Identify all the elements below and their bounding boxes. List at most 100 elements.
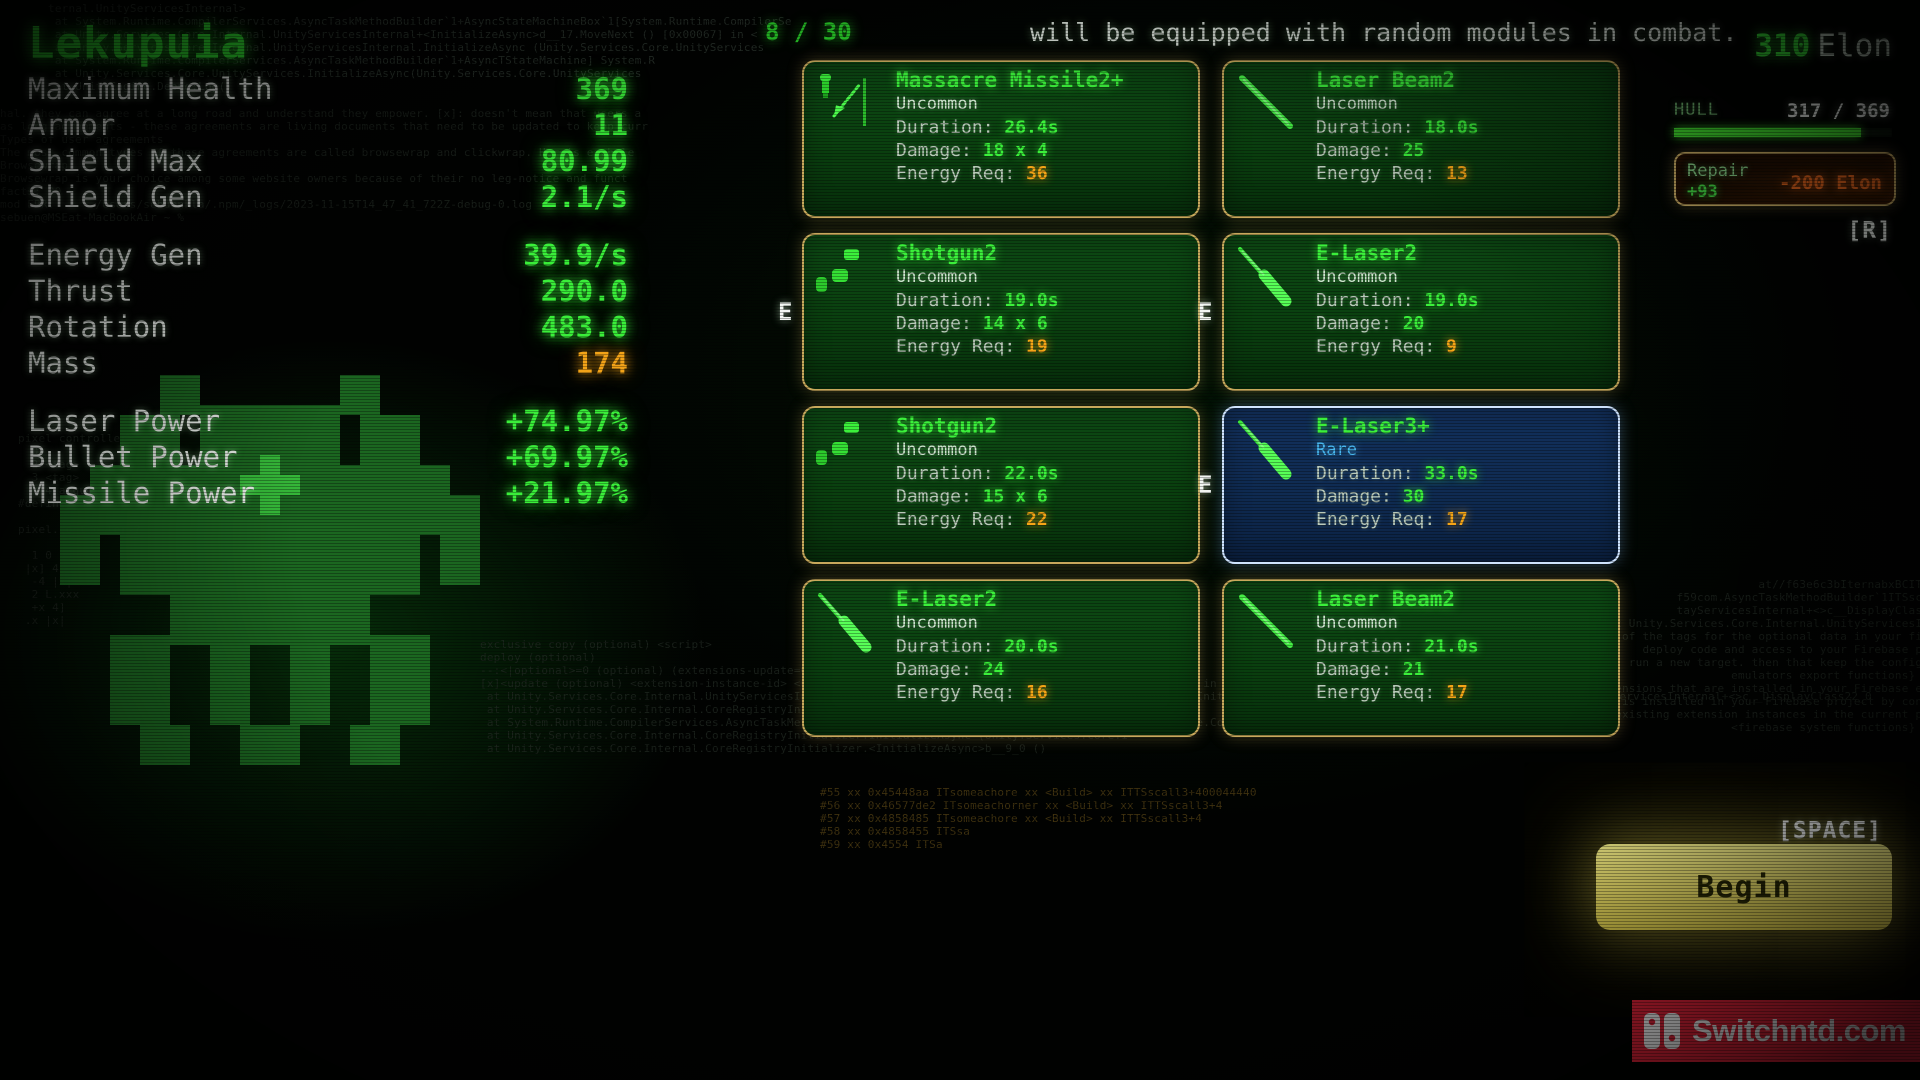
- module-damage: Damage: 21: [1316, 658, 1610, 681]
- module-duration-label: Duration:: [896, 463, 1005, 484]
- hull-label: HULL: [1674, 100, 1719, 120]
- module-rarity: Rare: [1316, 440, 1357, 460]
- stat-value-rotation: 483.0: [540, 310, 628, 344]
- module-energy-value: 16: [1026, 682, 1048, 703]
- module-slot-counter: 8 / 30: [765, 18, 852, 46]
- module-card-body: E-Laser3+ Rare Duration: 33.0s Damage: 30 En…: [1316, 414, 1610, 531]
- module-damage-label: Damage:: [896, 313, 983, 334]
- module-duration-value: 33.0s: [1424, 463, 1479, 484]
- game-screen: ternal.UnityServicesInternal> at System.…: [0, 0, 1920, 1080]
- laser-beam-icon: [1239, 594, 1293, 648]
- module-damage: Damage: 30: [1316, 485, 1610, 508]
- module-duration-label: Duration:: [896, 636, 1005, 657]
- module-card[interactable]: Laser Beam2 Uncommon Duration: 21.0s Damage…: [1222, 579, 1620, 737]
- module-energy-value: 13: [1446, 163, 1468, 184]
- module-card-body: Laser Beam2 Uncommon Duration: 21.0s Damage…: [1316, 587, 1610, 704]
- module-card[interactable]: Massacre Missile2+ Uncommon Duration: 26.4…: [802, 60, 1200, 218]
- stat-label-laser-power: Laser Power: [28, 404, 221, 438]
- site-watermark: Switchntd.com: [1632, 1000, 1920, 1062]
- module-damage-value: 14 x 6: [982, 313, 1048, 334]
- stat-label-missile-power: Missile Power: [28, 476, 255, 510]
- stat-label-shield-max: Shield Max: [28, 144, 203, 178]
- stat-value-shield-gen: 2.1/s: [540, 180, 628, 214]
- module-equip-hotkey: E: [1198, 298, 1213, 326]
- stat-value-thrust: 290.0: [540, 274, 628, 308]
- module-energy-value: 19: [1026, 336, 1048, 357]
- repair-button[interactable]: Repair +93 -200 Elon: [1674, 152, 1896, 206]
- module-duration: Duration: 21.0s: [1316, 635, 1610, 658]
- module-name: Massacre Missile2+: [896, 68, 1124, 92]
- stat-value-maximum-health: 369: [575, 72, 628, 106]
- module-duration: Duration: 18.0s: [1316, 116, 1610, 139]
- module-damage-label: Damage:: [896, 140, 983, 161]
- module-card-body: Massacre Missile2+ Uncommon Duration: 26.4…: [896, 68, 1190, 185]
- nintendo-switch-logo-icon: [1644, 1013, 1681, 1049]
- module-rarity: Uncommon: [1316, 613, 1398, 633]
- module-damage-value: 15 x 6: [982, 486, 1048, 507]
- stat-value-shield-max: 80.99: [540, 144, 628, 178]
- stat-row: Missile Power +21.97%: [24, 476, 644, 512]
- module-damage-label: Damage:: [1316, 313, 1403, 334]
- e-laser-icon: [818, 593, 872, 653]
- stat-group-mobility: Energy Gen 39.9/s Thrust 290.0 Rotation 483.0…: [24, 238, 644, 382]
- module-slot: Laser Beam2 Uncommon Duration: 21.0s Damage…: [1210, 579, 1620, 737]
- module-energy-label: Energy Req:: [1316, 682, 1447, 703]
- module-damage: Damage: 18 x 4: [896, 139, 1190, 162]
- module-duration-label: Duration:: [896, 290, 1005, 311]
- currency-amount: 310: [1754, 28, 1811, 64]
- stat-label-maximum-health: Maximum Health: [28, 72, 273, 106]
- module-card[interactable]: E-Laser2 Uncommon Duration: 19.0s Damage: 2…: [1222, 233, 1620, 391]
- module-energy-label: Energy Req:: [896, 682, 1027, 703]
- module-duration-label: Duration:: [896, 117, 1005, 138]
- stat-row: Maximum Health 369: [24, 72, 644, 108]
- stat-row: Bullet Power +69.97%: [24, 440, 644, 476]
- e-laser-icon: [1238, 247, 1292, 307]
- module-card[interactable]: E-Laser3+ Rare Duration: 33.0s Damage: 30 En…: [1222, 406, 1620, 564]
- repair-cost-value: -200 Elon: [1779, 172, 1882, 194]
- stat-value-mass: 174: [575, 346, 628, 380]
- module-card[interactable]: Shotgun2 Uncommon Duration: 19.0s Damage: 1…: [802, 233, 1200, 391]
- missile-icon: [820, 74, 866, 126]
- module-energy-value: 36: [1026, 163, 1048, 184]
- module-card[interactable]: Shotgun2 Uncommon Duration: 22.0s Damage: 1…: [802, 406, 1200, 564]
- module-icon-wrap: [814, 243, 888, 317]
- repair-gain-value: +93: [1687, 182, 1718, 202]
- module-name: Laser Beam2: [1316, 587, 1456, 611]
- module-energy: Energy Req: 16: [896, 681, 1190, 704]
- module-icon-wrap: [814, 589, 888, 663]
- module-damage: Damage: 15 x 6: [896, 485, 1190, 508]
- module-duration-value: 19.0s: [1004, 290, 1059, 311]
- module-duration-value: 20.0s: [1004, 636, 1059, 657]
- module-icon-wrap: [1234, 243, 1308, 317]
- module-card[interactable]: E-Laser2 Uncommon Duration: 20.0s Damage: 2…: [802, 579, 1200, 737]
- module-icon-wrap: [814, 416, 888, 490]
- stat-divider: [24, 382, 644, 404]
- stat-label-armor: Armor: [28, 108, 116, 142]
- module-name: Shotgun2: [896, 414, 998, 438]
- module-energy: Energy Req: 22: [896, 508, 1190, 531]
- module-slot: E-Laser2 Uncommon Duration: 20.0s Damage: 2…: [790, 579, 1200, 737]
- module-rarity: Uncommon: [896, 94, 978, 114]
- module-card-body: E-Laser2 Uncommon Duration: 20.0s Damage: 2…: [896, 587, 1190, 704]
- laser-beam-icon: [1239, 75, 1293, 129]
- e-laser-icon: [1238, 420, 1292, 480]
- module-slot: Laser Beam2 Uncommon Duration: 18.0s Damage…: [1210, 60, 1620, 218]
- combat-hint-text: will be equipped with random modules in …: [1030, 18, 1738, 47]
- module-rarity: Uncommon: [896, 440, 978, 460]
- module-damage: Damage: 14 x 6: [896, 312, 1190, 335]
- module-damage-label: Damage:: [1316, 140, 1403, 161]
- module-energy-label: Energy Req:: [1316, 163, 1447, 184]
- hull-meter: HULL 317 / 369: [1674, 100, 1892, 137]
- module-energy-label: Energy Req:: [1316, 509, 1447, 530]
- stat-value-bullet-power: +69.97%: [505, 440, 628, 474]
- module-energy-value: 22: [1026, 509, 1048, 530]
- begin-button[interactable]: Begin: [1596, 844, 1892, 930]
- stat-value-armor: 11: [593, 108, 628, 142]
- shotgun-icon: [816, 422, 859, 465]
- module-card-body: Laser Beam2 Uncommon Duration: 18.0s Damage…: [1316, 68, 1610, 185]
- module-card[interactable]: Laser Beam2 Uncommon Duration: 18.0s Damage…: [1222, 60, 1620, 218]
- stat-row: Rotation 483.0: [24, 310, 644, 346]
- module-damage-label: Damage:: [896, 486, 983, 507]
- module-damage-value: 21: [1402, 659, 1425, 680]
- module-slot: E Shotgun2 Uncommon Duration: 19.0s Damage: …: [778, 233, 1200, 391]
